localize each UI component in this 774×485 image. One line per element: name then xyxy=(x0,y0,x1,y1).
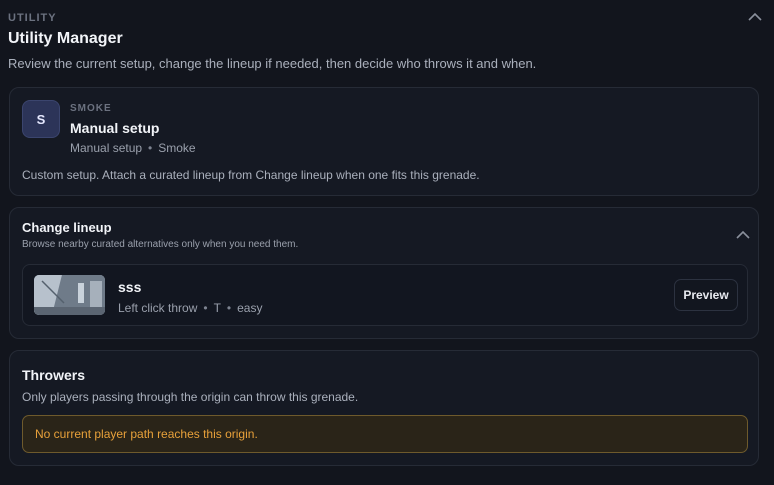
section-label: UTILITY xyxy=(8,12,57,24)
setup-meta-source: Manual setup xyxy=(70,141,143,155)
chevron-up-icon xyxy=(748,12,762,21)
lineup-side: T xyxy=(213,301,221,315)
utility-manager-panel: UTILITY Utility Manager Review the curre… xyxy=(0,0,774,485)
lineup-throw-type: Left click throw xyxy=(118,301,198,315)
throwers-title: Throwers xyxy=(22,367,86,383)
throwers-description: Only players passing through the origin … xyxy=(22,390,359,404)
warning-banner: No current player path reaches this orig… xyxy=(22,415,748,453)
setup-name: Manual setup xyxy=(70,120,160,136)
lineup-difficulty: easy xyxy=(237,301,263,315)
lineup-name: sss xyxy=(118,279,142,295)
throwers-card: Throwers Only players passing through th… xyxy=(9,350,759,466)
grenade-avatar: S xyxy=(22,100,60,138)
chevron-up-icon xyxy=(736,230,750,239)
page-title: Utility Manager xyxy=(8,30,123,47)
setup-description: Custom setup. Attach a curated lineup fr… xyxy=(22,168,480,182)
warning-text: No current player path reaches this orig… xyxy=(35,427,258,441)
current-setup-card: S SMOKE Manual setup Manual setup • Smoke … xyxy=(9,87,759,196)
grenade-type-label: SMOKE xyxy=(70,103,112,114)
lineup-item[interactable]: sss Left click throw • T • easy Preview xyxy=(22,264,748,326)
preview-button[interactable]: Preview xyxy=(674,279,738,311)
setup-meta: Manual setup • Smoke xyxy=(70,141,196,155)
lineup-meta: Left click throw • T • easy xyxy=(118,301,262,315)
separator-dot: • xyxy=(226,301,232,315)
change-lineup-card: Change lineup Browse nearby curated alte… xyxy=(9,207,759,339)
setup-meta-type: Smoke xyxy=(158,141,196,155)
change-lineup-title: Change lineup xyxy=(22,220,112,235)
separator-dot: • xyxy=(148,141,153,155)
separator-dot: • xyxy=(203,301,208,315)
page-subtitle: Review the current setup, change the lin… xyxy=(8,56,537,71)
collapse-section-button[interactable] xyxy=(746,10,764,24)
change-lineup-description: Browse nearby curated alternatives only … xyxy=(22,239,299,250)
collapse-lineup-button[interactable] xyxy=(734,228,752,242)
lineup-thumbnail xyxy=(34,275,105,315)
